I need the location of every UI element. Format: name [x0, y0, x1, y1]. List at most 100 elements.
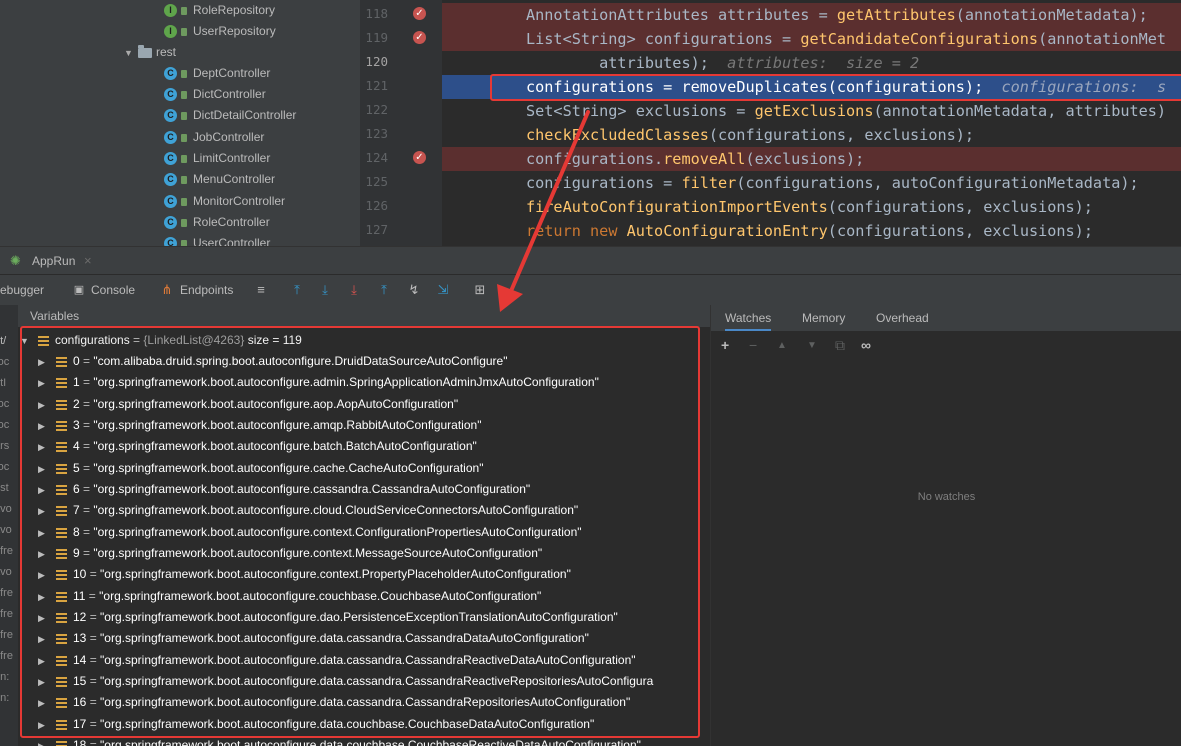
tree-item-rolecontroller[interactable]: C RoleController — [164, 212, 270, 233]
lock-icon — [181, 133, 187, 142]
tree-item-limitcontroller[interactable]: C LimitController — [164, 148, 270, 169]
lock-icon — [181, 6, 187, 15]
tree-item-dictcontroller[interactable]: C DictController — [164, 84, 266, 105]
tab-watches[interactable]: Watches — [725, 305, 772, 331]
frame-item[interactable]: ars — [0, 440, 18, 452]
code-line-127[interactable]: return new AutoConfigurationEntry(config… — [442, 219, 1181, 243]
watches-panel[interactable]: Watches Memory Overhead + − ▲ ▼ ⧉ ∞ No w… — [710, 305, 1181, 746]
annotation-box-current-line — [490, 74, 1181, 101]
frame-item[interactable]: efre — [0, 650, 18, 662]
evaluate-expression-icon[interactable]: ⊞ — [473, 283, 487, 297]
class-icon: C — [164, 237, 177, 246]
frame-item[interactable]: roc — [0, 461, 18, 473]
frame-item[interactable]: roc — [0, 398, 18, 410]
frame-item[interactable]: efre — [0, 608, 18, 620]
frame-item[interactable]: avo — [0, 566, 18, 578]
interface-icon: I — [164, 25, 177, 39]
move-up-icon[interactable]: ▲ — [777, 340, 787, 351]
watches-tab-bar: Watches Memory Overhead — [711, 305, 1181, 331]
editor-gutter[interactable]: 118 ✓ 119 ✓ 120 121 122 123 124 ✓ 125 12… — [360, 0, 442, 246]
tab-endpoints[interactable]: Endpoints — [180, 275, 233, 305]
code-line-120[interactable]: attributes); attributes: size = 2 — [442, 51, 1181, 75]
class-icon: C — [164, 195, 177, 209]
copy-icon[interactable]: ⧉ — [835, 337, 845, 354]
frames-panel-clipped: et/ roc etI roc roc ars roc ost avo avo … — [0, 305, 18, 746]
glasses-icon[interactable]: ∞ — [861, 337, 871, 353]
code-line-125[interactable]: configurations = filter(configurations, … — [442, 171, 1181, 195]
step-into-icon[interactable]: ⤓ — [347, 283, 361, 297]
code-line-119[interactable]: List<String> configurations = getCandida… — [442, 27, 1181, 51]
tree-item-usercontroller[interactable]: C UserController — [164, 233, 270, 246]
breakpoint-icon[interactable]: ✓ — [413, 31, 426, 44]
tree-item-userrepository[interactable]: I UserRepository — [164, 21, 276, 42]
tab-memory[interactable]: Memory — [802, 305, 845, 331]
tree-item-rolerepository[interactable]: I RoleRepository — [164, 0, 275, 21]
tree-item-deptcontroller[interactable]: C DeptController — [164, 63, 270, 84]
tree-item-label: UserController — [193, 236, 271, 246]
empty-state-text: No watches — [917, 491, 976, 503]
class-icon: C — [164, 131, 177, 145]
code-line-122[interactable]: Set<String> exclusions = getExclusions(a… — [442, 99, 1181, 123]
code-editor[interactable]: AnnotationAttributes attributes = getAtt… — [442, 0, 1181, 246]
menu-icon[interactable]: ≡ — [254, 283, 268, 297]
inline-debug-hint: attributes: size = 2 — [727, 54, 920, 72]
class-icon: C — [164, 152, 177, 166]
line-number: 124 — [365, 150, 388, 165]
frame-item[interactable]: roc — [0, 419, 18, 431]
step-over-icon[interactable]: ⤓ — [318, 283, 332, 297]
tab-console[interactable]: Console — [91, 275, 135, 305]
tree-item-label: RoleRepository — [193, 3, 276, 17]
line-number: 126 — [365, 198, 388, 213]
frame-item[interactable]: avo — [0, 524, 18, 536]
tree-item-monitorcontroller[interactable]: C MonitorController — [164, 191, 285, 212]
watches-toolbar: + − ▲ ▼ ⧉ ∞ — [711, 331, 1181, 359]
endpoints-icon: ⋔ — [161, 282, 173, 297]
tree-item-dictdetailcontroller[interactable]: C DictDetailController — [164, 105, 296, 126]
code-line-126[interactable]: fireAutoConfigurationImportEvents(config… — [442, 195, 1181, 219]
frame-item[interactable]: ost — [0, 482, 18, 494]
code-line-118[interactable]: AnnotationAttributes attributes = getAtt… — [442, 3, 1181, 27]
debugger-toolbar: ebugger ▣ Console ⋔ Endpoints ≡ ⤒ ⤓ ⤓ ⤒ … — [0, 274, 1181, 306]
class-icon: C — [164, 88, 177, 102]
frame-item[interactable]: et/ — [0, 335, 18, 347]
frame-item[interactable]: un: — [0, 692, 18, 704]
frame-item[interactable]: un: — [0, 671, 18, 683]
frame-item[interactable]: etI — [0, 377, 18, 389]
add-icon[interactable]: + — [721, 337, 729, 353]
run-config-tab[interactable]: AppRun — [32, 247, 75, 275]
close-icon[interactable]: × — [84, 247, 92, 275]
show-execution-point-icon[interactable]: ⤒ — [290, 283, 304, 297]
breakpoint-icon[interactable]: ✓ — [413, 7, 426, 20]
code-line-124[interactable]: configurations.removeAll(exclusions); — [442, 147, 1181, 171]
tree-item-label: UserRepository — [193, 24, 276, 38]
class-icon: C — [164, 173, 177, 187]
line-number: 122 — [365, 102, 388, 117]
class-icon: C — [164, 67, 177, 81]
frame-item[interactable]: efre — [0, 545, 18, 557]
tree-item-menucontroller[interactable]: C MenuController — [164, 169, 275, 190]
frame-item[interactable]: efre — [0, 629, 18, 641]
line-number: 121 — [365, 78, 388, 93]
step-out-icon[interactable]: ⤒ — [377, 283, 391, 297]
frame-item[interactable]: efre — [0, 587, 18, 599]
move-down-icon[interactable]: ▼ — [807, 340, 817, 351]
code-line-123[interactable]: checkExcludedClasses(configurations, exc… — [442, 123, 1181, 147]
drop-frame-icon[interactable]: ↯ — [407, 283, 421, 297]
frame-item[interactable]: roc — [0, 356, 18, 368]
run-to-cursor-icon[interactable]: ⇲ — [436, 283, 450, 297]
tree-item-label: DictController — [193, 87, 266, 101]
interface-icon: I — [164, 4, 177, 18]
tree-folder-rest[interactable]: ▼ rest — [124, 42, 176, 63]
tree-item-jobcontroller[interactable]: C JobController — [164, 127, 264, 148]
chevron-down-icon[interactable]: ▼ — [124, 43, 134, 64]
breakpoint-icon[interactable]: ✓ — [413, 151, 426, 164]
line-number: 120 — [365, 54, 388, 69]
lock-icon — [181, 154, 187, 163]
remove-icon[interactable]: − — [749, 337, 757, 353]
line-number: 127 — [365, 222, 388, 237]
variables-header: Variables — [18, 305, 710, 327]
frame-item[interactable]: avo — [0, 503, 18, 515]
tab-overhead[interactable]: Overhead — [876, 305, 929, 331]
tab-debugger[interactable]: ebugger — [0, 275, 44, 305]
tree-item-label: rest — [156, 45, 177, 59]
